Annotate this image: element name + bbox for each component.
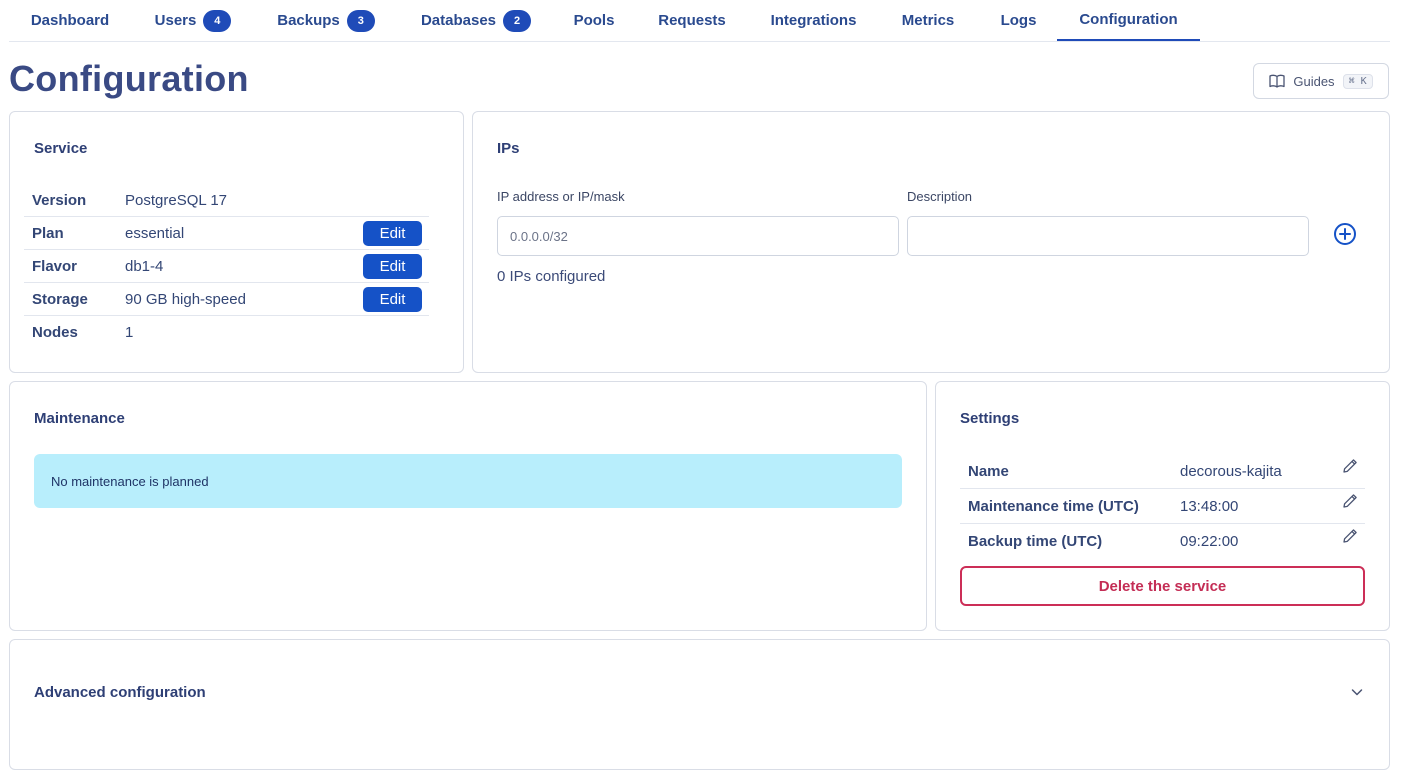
maintenance-info-banner: No maintenance is planned [34,454,902,508]
tab-logs[interactable]: Logs [980,0,1057,41]
ips-title: IPs [497,140,520,157]
tab-label: Requests [658,12,726,29]
delete-service-button[interactable]: Delete the service [960,566,1365,606]
tab-label: Pools [573,12,615,29]
count-badge: 2 [503,9,532,32]
settings-title: Settings [960,410,1020,427]
tab-dashboard[interactable]: Dashboard [9,0,131,41]
tab-users[interactable]: Users 4 [131,0,255,41]
ip-address-input[interactable] [497,216,899,256]
description-label: Description [907,189,973,204]
settings-value: decorous-kajita [1180,462,1282,480]
pencil-icon[interactable] [1341,492,1359,510]
service-label: Nodes [32,324,78,341]
service-label: Plan [32,224,64,242]
service-row-storage: Storage 90 GB high-speed Edit [24,283,429,316]
tab-label: Configuration [1079,11,1178,28]
service-row-flavor: Flavor db1-4 Edit [24,250,429,283]
service-label: Storage [32,290,88,308]
settings-label: Maintenance time (UTC) [968,497,1139,515]
service-title: Service [34,140,88,157]
description-input[interactable] [907,216,1309,256]
book-icon [1269,74,1286,88]
service-row-plan: Plan essential Edit [24,217,429,250]
edit-flavor-button[interactable]: Edit [363,254,422,279]
ips-count: 0 IPs configured [497,268,606,285]
count-badge: 4 [203,9,232,32]
service-row-nodes: Nodes 1 [24,316,429,349]
advanced-title: Advanced configuration [34,684,206,701]
page-title: Configuration [9,58,249,99]
service-value: 1 [125,324,134,341]
tab-label: Integrations [770,12,857,29]
tab-label: Logs [1000,12,1037,29]
service-value: PostgreSQL 17 [125,191,228,209]
edit-plan-button[interactable]: Edit [363,221,422,246]
advanced-configuration-card[interactable]: Advanced configuration [9,639,1390,770]
tab-requests[interactable]: Requests [633,0,751,41]
edit-storage-button[interactable]: Edit [363,287,422,312]
ip-address-label: IP address or IP/mask [497,189,625,204]
settings-row-backup-time: Backup time (UTC) 09:22:00 [960,524,1365,559]
shortcut-hint: ⌘ K [1342,73,1373,89]
tab-label: Dashboard [30,12,110,29]
tab-pools[interactable]: Pools [555,0,633,41]
chevron-down-icon[interactable] [1349,684,1365,700]
settings-value: 09:22:00 [1180,533,1239,550]
tab-metrics[interactable]: Metrics [876,0,980,41]
tab-backups[interactable]: Backups 3 [255,0,397,41]
tab-label: Metrics [901,12,955,29]
settings-label: Backup time (UTC) [968,533,1103,550]
settings-label: Name [968,462,1009,480]
tab-databases[interactable]: Databases 2 [397,0,555,41]
settings-row-name: Name decorous-kajita [960,454,1365,489]
service-row-version: Version PostgreSQL 17 [24,184,429,217]
settings-value: 13:48:00 [1180,497,1239,515]
count-badge: 3 [346,9,375,32]
tab-configuration[interactable]: Configuration [1057,0,1200,41]
tab-label: Databases [420,12,497,29]
tab-bar: Dashboard Users 4 Backups 3 Databases 2 Poo… [9,0,1390,42]
service-label: Flavor [32,257,78,275]
pencil-icon[interactable] [1341,457,1359,475]
maintenance-title: Maintenance [34,410,125,427]
plus-circle-icon[interactable] [1333,222,1357,246]
guides-label: Guides [1293,73,1335,89]
maintenance-message: No maintenance is planned [51,473,209,489]
service-label: Version [32,191,87,209]
settings-row-maintenance-time: Maintenance time (UTC) 13:48:00 [960,489,1365,524]
tab-label: Users [154,12,197,29]
pencil-icon[interactable] [1341,527,1359,545]
tab-label: Backups [277,12,340,29]
guides-button[interactable]: Guides ⌘ K [1253,63,1389,99]
tab-integrations[interactable]: Integrations [751,0,876,41]
